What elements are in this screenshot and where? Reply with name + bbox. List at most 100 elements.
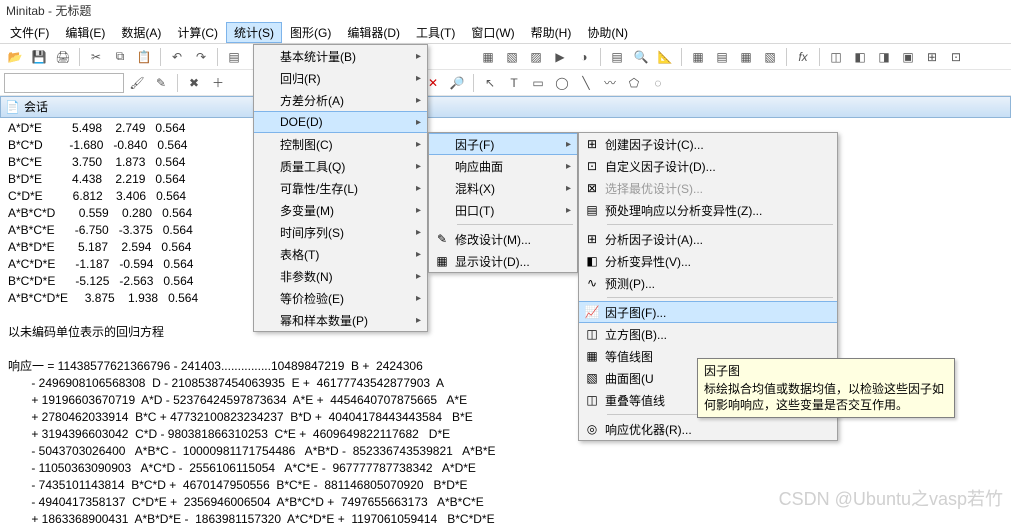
mi-equivalence[interactable]: 等价检验(E) — [254, 287, 427, 309]
menu-graph[interactable]: 图形(G) — [282, 22, 339, 43]
mi-reliability[interactable]: 可靠性/生存(L) — [254, 177, 427, 199]
separator — [177, 74, 178, 92]
menu-tools[interactable]: 工具(T) — [408, 22, 463, 43]
print-icon[interactable]: 🖨 — [52, 46, 74, 68]
menu-file[interactable]: 文件(F) — [2, 22, 57, 43]
mi-factorial[interactable]: 因子(F) — [429, 133, 577, 155]
separator — [607, 224, 833, 225]
search-icon[interactable]: 🔎 — [446, 72, 468, 94]
open-icon[interactable]: 📂 — [4, 46, 26, 68]
btn-icon[interactable]: ▨ — [525, 46, 547, 68]
btn-icon[interactable]: ◑ — [573, 46, 595, 68]
mi-control-charts[interactable]: 控制图(C) — [254, 133, 427, 155]
copy-icon[interactable]: ⧉ — [109, 46, 131, 68]
mi-select-optimal[interactable]: ⊠选择最优设计(S)... — [579, 177, 837, 199]
menu-help[interactable]: 帮助(H) — [523, 22, 580, 43]
line-icon[interactable]: ╲ — [575, 72, 597, 94]
polygon-icon[interactable]: ⬠ — [623, 72, 645, 94]
separator — [217, 48, 218, 66]
menu-calc[interactable]: 计算(C) — [169, 22, 226, 43]
mi-analyze-variability[interactable]: ◧分析变异性(V)... — [579, 250, 837, 272]
toolbar-1: 📂 💾 🖨 ✂ ⧉ 📋 ↶ ↷ ▤ ↓ ↑ ▦ ▧ ▨ ▶ ◑ ▤ 🔍 📐 ▦ … — [0, 44, 1011, 70]
separator — [681, 48, 682, 66]
mi-regression[interactable]: 回归(R) — [254, 67, 427, 89]
mi-analyze-factorial[interactable]: ⊞分析因子设计(A)... — [579, 228, 837, 250]
fx-icon[interactable]: fx — [792, 46, 814, 68]
menu-edit[interactable]: 编辑(E) — [57, 22, 113, 43]
mi-nonparametric[interactable]: 非参数(N) — [254, 265, 427, 287]
zoom-icon[interactable]: 🔍 — [630, 46, 652, 68]
rect-icon[interactable]: ▭ — [527, 72, 549, 94]
worksheet-icon[interactable]: ▤ — [223, 46, 245, 68]
btn-icon[interactable]: ◫ — [825, 46, 847, 68]
btn-icon[interactable]: ⊞ — [921, 46, 943, 68]
mi-basic-stats[interactable]: 基本统计量(B) — [254, 45, 427, 67]
play-icon[interactable]: ▶ — [549, 46, 571, 68]
menu-assist[interactable]: 协助(N) — [579, 22, 636, 43]
menu-window[interactable]: 窗口(W) — [463, 22, 522, 43]
toolbar-2: 🖌 ✎ ✖ ＋ ✕ 🔎 ↖ T ▭ ◯ ╲ 〰 ⬠ ◌ — [0, 70, 1011, 96]
btn-icon[interactable]: ▧ — [501, 46, 523, 68]
btn-icon[interactable]: ▣ — [897, 46, 919, 68]
polyline-icon[interactable]: 〰 — [599, 72, 621, 94]
separator — [160, 48, 161, 66]
btn-icon[interactable]: ▤ — [711, 46, 733, 68]
separator — [79, 48, 80, 66]
predict-icon: ∿ — [579, 276, 605, 290]
mi-multivariate[interactable]: 多变量(M) — [254, 199, 427, 221]
btn-icon[interactable]: ▧ — [759, 46, 781, 68]
mi-taguchi[interactable]: 田口(T) — [429, 199, 577, 221]
mi-time-series[interactable]: 时间序列(S) — [254, 221, 427, 243]
marker-icon[interactable]: ◌ — [647, 72, 669, 94]
tooltip-title: 因子图 — [704, 363, 948, 379]
btn-icon[interactable]: ◧ — [849, 46, 871, 68]
factorplot-icon: 📈 — [579, 305, 605, 319]
mi-define-factorial[interactable]: ⊡自定义因子设计(D)... — [579, 155, 837, 177]
menu-editor[interactable]: 编辑器(D) — [339, 22, 408, 43]
redo-icon[interactable]: ↷ — [190, 46, 212, 68]
mi-doe[interactable]: DOE(D) — [254, 111, 427, 133]
mi-quality-tools[interactable]: 质量工具(Q) — [254, 155, 427, 177]
mi-modify-design[interactable]: ✎修改设计(M)... — [429, 228, 577, 250]
input-box[interactable] — [4, 73, 124, 93]
mi-response-optimizer[interactable]: ◎响应优化器(R)... — [579, 418, 837, 440]
mi-factor-plots[interactable]: 📈因子图(F)... — [579, 301, 837, 323]
mi-display-design[interactable]: ▦显示设计(D)... — [429, 250, 577, 272]
window-title: Minitab - 无标题 — [0, 0, 1011, 22]
tooltip: 因子图 标绘拟合均值或数据均值，以检验这些因子如何影响响应，这些变量是否交互作用… — [697, 358, 955, 418]
brush-icon[interactable]: 🖌 — [126, 72, 148, 94]
btn-icon[interactable]: ◨ — [873, 46, 895, 68]
mi-predict[interactable]: ∿预测(P)... — [579, 272, 837, 294]
ruler-icon[interactable]: 📐 — [654, 46, 676, 68]
sheet-icon[interactable]: ▤ — [606, 46, 628, 68]
mi-anova[interactable]: 方差分析(A) — [254, 89, 427, 111]
btn-icon[interactable]: ▦ — [477, 46, 499, 68]
mi-response-surface[interactable]: 响应曲面 — [429, 155, 577, 177]
menu-data[interactable]: 数据(A) — [113, 22, 169, 43]
mi-create-factorial[interactable]: ⊞创建因子设计(C)... — [579, 133, 837, 155]
undo-icon[interactable]: ↶ — [166, 46, 188, 68]
create-icon: ⊞ — [579, 137, 605, 151]
mi-mixture[interactable]: 混料(X) — [429, 177, 577, 199]
session-title: 会话 — [24, 96, 48, 118]
mi-cube-plot[interactable]: ◫立方图(B)... — [579, 323, 837, 345]
btn-icon[interactable]: ▦ — [735, 46, 757, 68]
save-icon[interactable]: 💾 — [28, 46, 50, 68]
mi-preprocess-response[interactable]: ▤预处理响应以分析变异性(Z)... — [579, 199, 837, 221]
btn-icon[interactable]: ⊡ — [945, 46, 967, 68]
mi-tables[interactable]: 表格(T) — [254, 243, 427, 265]
optimal-icon: ⊠ — [579, 181, 605, 195]
tooltip-body: 标绘拟合均值或数据均值，以检验这些因子如何影响响应，这些变量是否交互作用。 — [704, 381, 948, 413]
pointer-icon[interactable]: ↖ — [479, 72, 501, 94]
ellipse-icon[interactable]: ◯ — [551, 72, 573, 94]
plus-icon[interactable]: ＋ — [207, 72, 229, 94]
btn-icon[interactable]: ▦ — [687, 46, 709, 68]
menu-stat[interactable]: 统计(S) — [226, 22, 282, 43]
cut-icon[interactable]: ✂ — [85, 46, 107, 68]
text-icon[interactable]: T — [503, 72, 525, 94]
separator — [819, 48, 820, 66]
paste-icon[interactable]: 📋 — [133, 46, 155, 68]
mi-power-sample[interactable]: 幂和样本数量(P) — [254, 309, 427, 331]
cancel-icon[interactable]: ✖ — [183, 72, 205, 94]
edit-icon[interactable]: ✎ — [150, 72, 172, 94]
